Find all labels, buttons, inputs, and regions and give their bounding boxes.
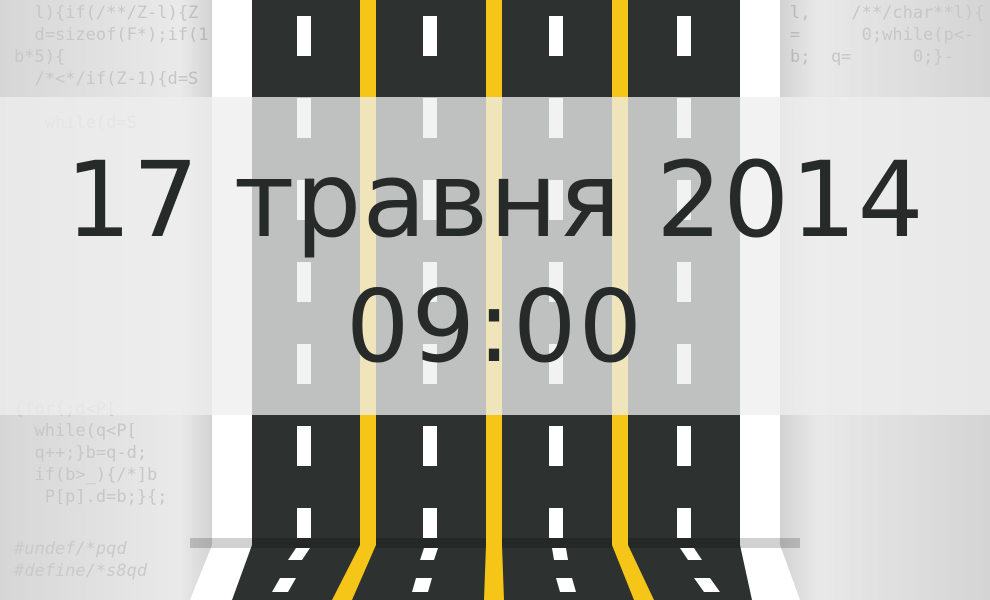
- lane-dash: [423, 508, 437, 538]
- lane-yellow-floor: [484, 545, 504, 600]
- lane-dash: [297, 16, 311, 56]
- lane-dash: [423, 16, 437, 56]
- lane-dash: [297, 508, 311, 538]
- lane-dash: [423, 426, 437, 466]
- lane-dash-floor: [552, 548, 568, 560]
- poster-stage: l){if(/**/Z-l){Z d=sizeof(F*);if(1 b*5){…: [0, 0, 990, 600]
- event-date: 17 травня 2014: [65, 139, 925, 261]
- lane-dash: [677, 508, 691, 538]
- event-time: 09:00: [345, 268, 645, 385]
- lane-dash: [549, 426, 563, 466]
- lane-dash: [677, 16, 691, 56]
- lane-dash: [677, 426, 691, 466]
- lane-dash: [549, 508, 563, 538]
- lane-dash: [297, 426, 311, 466]
- lane-dash: [549, 16, 563, 56]
